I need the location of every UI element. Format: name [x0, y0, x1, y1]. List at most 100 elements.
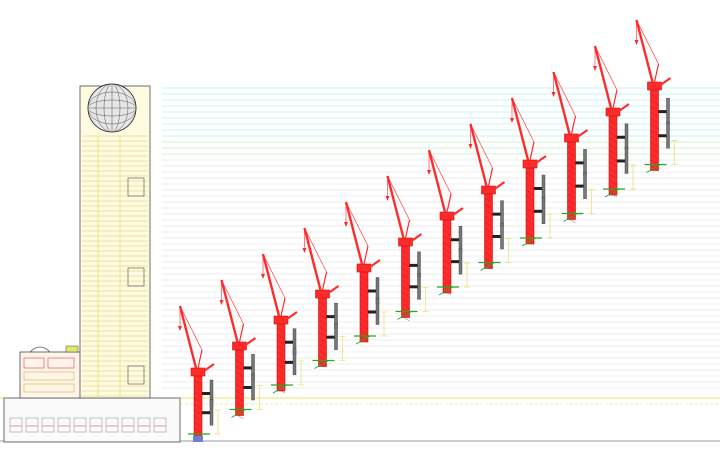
- crane-counter-jib: [618, 103, 630, 112]
- climbing-frame: [583, 172, 587, 199]
- mast-tie-collar: [534, 187, 543, 190]
- crane-footing: [193, 436, 203, 442]
- mast-tie-collar: [617, 135, 626, 139]
- crane-pendant: [511, 97, 535, 143]
- mast-tie-collar: [575, 161, 585, 165]
- crane-pendant: [387, 175, 410, 221]
- mast-tie-collar: [368, 289, 377, 293]
- crane-jib: [261, 253, 281, 317]
- mast-tie-collar: [243, 366, 253, 370]
- climbing-frame: [624, 147, 629, 174]
- mast-tie-collar: [575, 184, 585, 188]
- crane-slewing-unit: [356, 263, 372, 273]
- mast-tie-collar: [492, 212, 502, 216]
- mast-tie-collar: [202, 411, 211, 415]
- crane-a-frame: [529, 141, 535, 161]
- crane-a-frame: [197, 349, 203, 369]
- crane-jib: [510, 97, 530, 161]
- climbing-frame: [541, 174, 546, 202]
- drawing-canvas: [0, 19, 720, 443]
- crane-pendant: [262, 253, 286, 299]
- crane-mast: [567, 141, 576, 220]
- crane-pendant: [636, 19, 659, 65]
- crane-jib: [386, 175, 405, 239]
- crane-mast: [359, 271, 369, 343]
- climbing-frame: [375, 298, 380, 325]
- crane-slewing-unit: [273, 315, 289, 325]
- main-tower: [79, 83, 151, 399]
- crane-counter-jib: [659, 77, 672, 86]
- crane-jib: [220, 279, 239, 343]
- mast-tie-collar: [326, 315, 336, 319]
- crane-slewing-unit: [398, 237, 413, 247]
- mast-tie-collar: [202, 392, 211, 395]
- crane-hook: [178, 326, 182, 331]
- crane-slewing-unit: [605, 107, 621, 117]
- climbing-frame: [500, 200, 504, 227]
- climbing-frame: [334, 323, 338, 350]
- crane-mast: [608, 115, 618, 196]
- climbing-frame: [666, 122, 670, 149]
- crane-pendant: [594, 45, 618, 91]
- mast-tie-collar: [285, 340, 294, 344]
- crane-jib: [469, 123, 488, 187]
- crane-sequence: [178, 19, 678, 442]
- crane-a-frame: [612, 89, 618, 109]
- crane-counter-jib: [286, 311, 298, 320]
- crane-mast: [484, 193, 493, 269]
- mast-tie-collar: [368, 310, 377, 314]
- crane-mast: [276, 323, 286, 392]
- crane-jib: [303, 227, 322, 291]
- tower-crane-icon: [261, 253, 304, 394]
- crane-jib: [178, 305, 198, 369]
- crane-pendant: [345, 201, 369, 247]
- crane-hook: [427, 170, 431, 175]
- crane-jib: [593, 45, 613, 109]
- sphere-dome-icon: [87, 83, 137, 133]
- climbing-frame: [500, 222, 504, 250]
- mast-tie-collar: [451, 260, 460, 264]
- crane-hook: [634, 40, 639, 45]
- climbing-frame: [541, 197, 546, 225]
- crane-slewing-unit: [439, 211, 455, 221]
- crane-a-frame: [404, 219, 411, 239]
- crane-jib: [552, 71, 571, 135]
- crane-jib: [427, 149, 447, 213]
- crane-climbing-sequence-drawing: [0, 0, 720, 462]
- mast-tie-collar: [617, 159, 626, 163]
- crane-mast: [235, 349, 244, 416]
- crane-hook: [551, 92, 556, 97]
- crane-counter-jib: [369, 259, 381, 268]
- crane-pendant: [470, 123, 493, 169]
- climbing-frame: [458, 247, 463, 275]
- tower-crane-icon: [385, 175, 429, 322]
- mast-tie-collar: [285, 360, 294, 364]
- mast-tie-collar: [492, 234, 502, 238]
- mast-tie-collar: [658, 134, 668, 138]
- crane-slewing-unit: [647, 81, 662, 91]
- crane-a-frame: [280, 297, 286, 317]
- tower-crane-icon: [344, 201, 387, 345]
- mast-tie-collar: [534, 209, 543, 213]
- crane-slewing-unit: [481, 185, 496, 195]
- crane-slewing-unit: [315, 289, 330, 299]
- mast-tie-collar: [658, 110, 668, 114]
- tower-crane-icon: [551, 71, 595, 224]
- mast-tie-collar: [326, 335, 336, 339]
- crane-a-frame: [363, 245, 369, 265]
- crane-pendant: [221, 279, 244, 325]
- climbing-frame: [292, 348, 297, 376]
- tower-crane-icon: [593, 45, 636, 198]
- climbing-frame: [583, 149, 587, 176]
- crane-mast: [318, 297, 327, 367]
- crane-counter-jib: [493, 181, 506, 190]
- crane-slewing-unit: [232, 341, 247, 351]
- climbing-frame: [251, 373, 255, 401]
- crane-slewing-unit: [522, 159, 538, 169]
- climbing-frame: [624, 123, 629, 150]
- climbing-frame: [417, 273, 421, 300]
- crane-hook: [302, 248, 307, 253]
- tower-crane-icon: [178, 305, 221, 441]
- crane-jib: [344, 201, 364, 265]
- crane-hook: [510, 118, 514, 123]
